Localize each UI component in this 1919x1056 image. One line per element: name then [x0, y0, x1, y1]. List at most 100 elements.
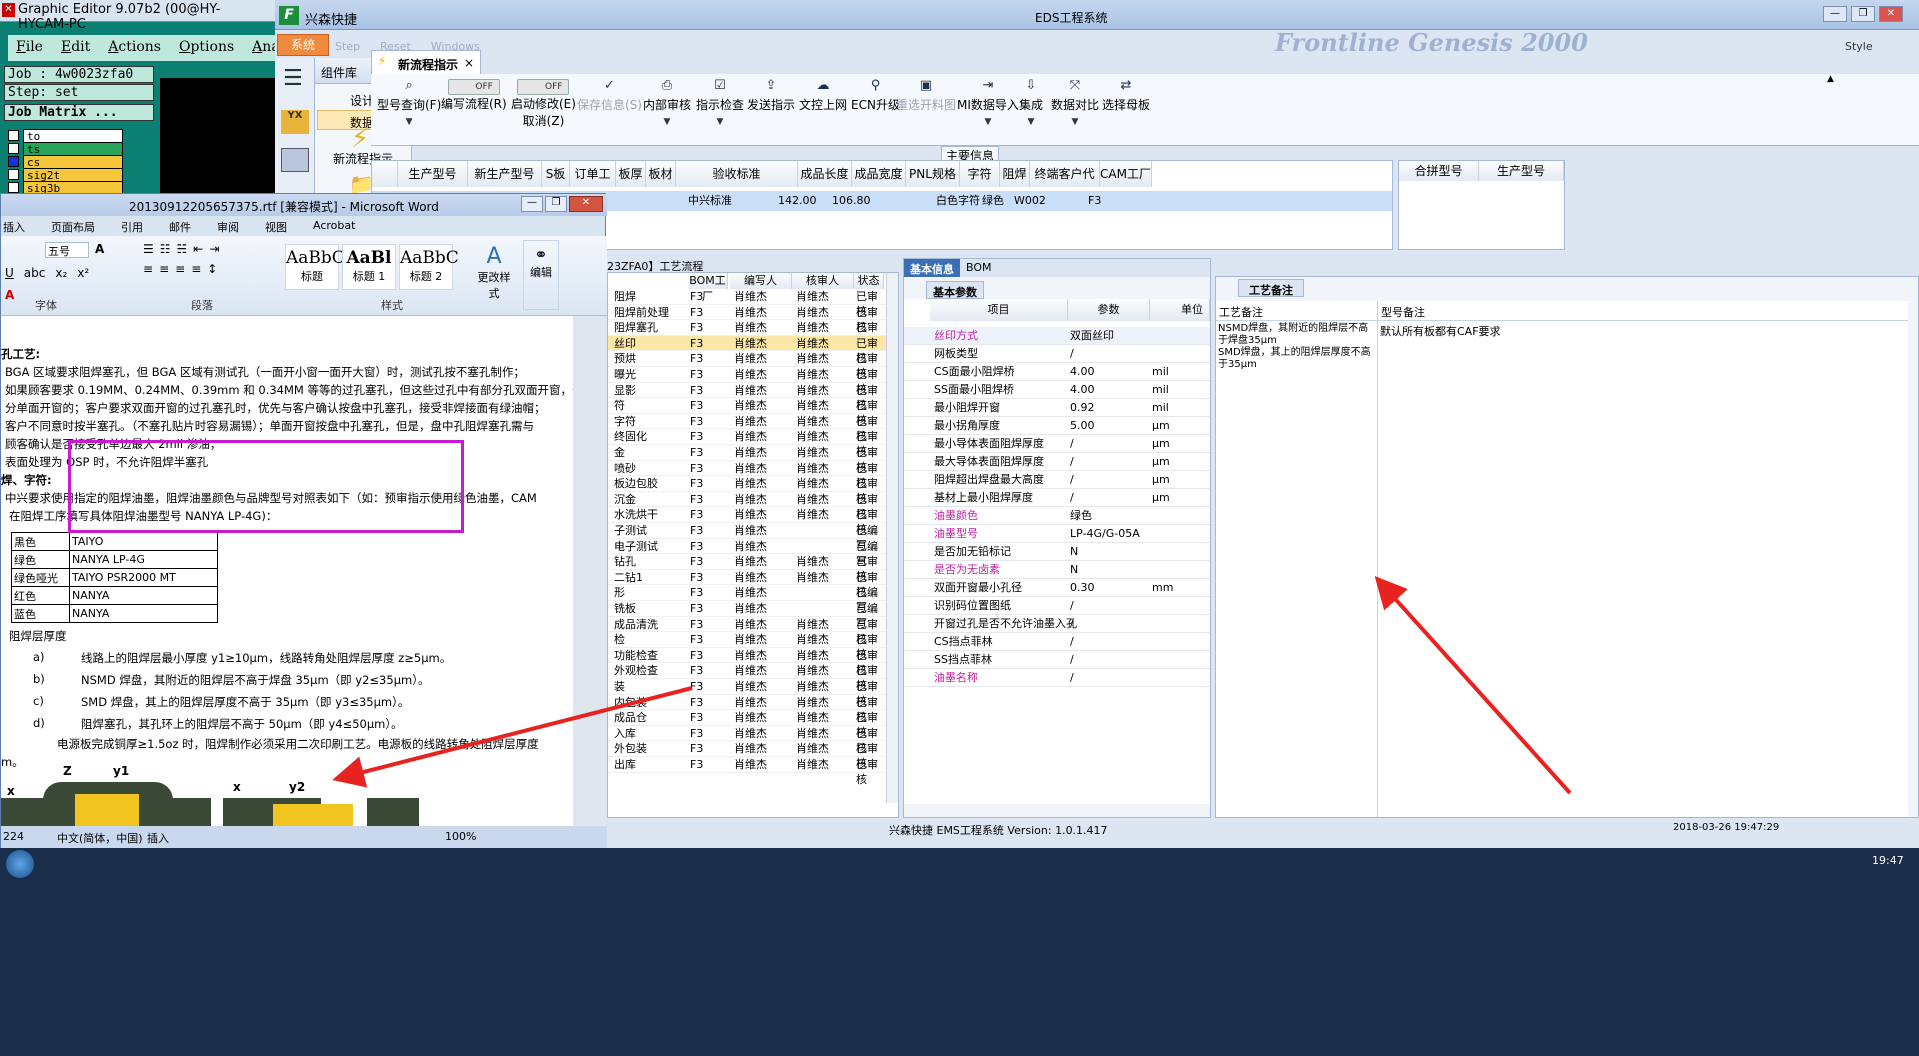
tab-acrobat[interactable]: Acrobat: [313, 219, 355, 236]
checkbox-icon[interactable]: [8, 130, 19, 141]
write-flow-toggle[interactable]: OFF 编写流程(R): [441, 78, 507, 112]
line-spacing-icon[interactable]: ↕: [207, 262, 217, 276]
process-row[interactable]: 外包装 F3 肖维杰 肖维杰 已审核: [608, 741, 886, 770]
query-button[interactable]: ⌕ 型号查询(F) ▼: [377, 78, 441, 127]
ecn-button[interactable]: ⚲ ECN升级: [851, 78, 900, 113]
process-row[interactable]: 铣板 F3 肖维杰 已编写: [608, 601, 886, 630]
process-row[interactable]: 内包装 F3 肖维杰 肖维杰 已审核: [608, 695, 886, 724]
process-row[interactable]: 显影 F3 肖维杰 肖维杰 已审核: [608, 383, 886, 412]
process-row[interactable]: 预烘 F3 肖维杰 肖维杰 已审核: [608, 351, 886, 380]
tab-new-flow[interactable]: ⚡ 新流程指示 ×: [371, 50, 481, 74]
process-row[interactable]: 形 F3 肖维杰 已编写: [608, 585, 886, 614]
start-icon[interactable]: [6, 850, 34, 878]
restore-button[interactable]: ❐: [545, 196, 567, 212]
style-label[interactable]: Style: [1845, 40, 1873, 53]
param-row[interactable]: 是否加无铅标记 N: [904, 543, 1210, 561]
column-header[interactable]: 阻焊: [1000, 161, 1030, 187]
param-row[interactable]: 最小导体表面阻焊厚度 / μm: [904, 435, 1210, 453]
param-row[interactable]: 网板类型 /: [904, 345, 1210, 363]
change-style-button[interactable]: A 更改样式: [473, 244, 515, 301]
close-icon[interactable]: ✕: [2, 3, 15, 17]
process-row[interactable]: 曝光 F3 肖维杰 肖维杰 已审核: [608, 367, 886, 396]
param-row[interactable]: 油墨颜色 绿色: [904, 507, 1210, 525]
menu-options[interactable]: Options: [179, 39, 234, 57]
tab-mailings[interactable]: 邮件: [169, 219, 191, 236]
param-row[interactable]: 是否为无卤素 N: [904, 561, 1210, 579]
chevron-up-icon[interactable]: ▲: [1827, 74, 1834, 84]
bullets-icon[interactable]: ☰: [143, 242, 154, 256]
process-row[interactable]: 出库 F3 肖维杰 肖维杰 已审核: [608, 757, 886, 786]
zoom-level[interactable]: 100%: [445, 830, 476, 843]
column-header[interactable]: 验收标准: [676, 161, 798, 187]
multilevel-icon[interactable]: ☵: [177, 242, 188, 256]
process-row[interactable]: 沉金 F3 肖维杰 肖维杰 已审核: [608, 492, 886, 521]
process-row[interactable]: 阻焊前处理 F3 肖维杰 肖维杰 已审核: [608, 305, 886, 334]
column-header[interactable]: 板材: [646, 161, 676, 187]
process-row[interactable]: 字符 F3 肖维杰 肖维杰 已审核: [608, 414, 886, 443]
close-icon[interactable]: ×: [464, 56, 474, 70]
align-center-icon[interactable]: ≡: [159, 262, 169, 276]
column-header[interactable]: 字符: [960, 161, 1000, 187]
column-header[interactable]: 生产型号: [398, 161, 468, 187]
tab-view[interactable]: 视图: [265, 219, 287, 236]
checkbox-icon[interactable]: [8, 156, 19, 167]
param-row[interactable]: 油墨名称 /: [904, 669, 1210, 687]
document-scrollbar[interactable]: [573, 316, 607, 826]
process-row[interactable]: 阻焊 F3 肖维杰 肖维杰 已审核: [608, 289, 886, 318]
file-upload-button[interactable]: ☁ 文控上网: [799, 78, 847, 113]
menu-file[interactable]: File: [16, 39, 43, 57]
underline-icon[interactable]: U: [5, 266, 14, 280]
tab-references[interactable]: 引用: [121, 219, 143, 236]
tab-bom[interactable]: BOM: [960, 259, 998, 277]
mi-import-button[interactable]: ⇥ MI数据导入 ▼: [957, 78, 1019, 127]
tab-notes[interactable]: 工艺备注: [1238, 279, 1304, 297]
instr-check-button[interactable]: ☑ 指示检查 ▼: [696, 78, 744, 127]
internal-audit-button[interactable]: ⎙ 内部审核 ▼: [643, 78, 691, 127]
justify-icon[interactable]: ≡: [191, 262, 201, 276]
process-row[interactable]: 成品仓 F3 肖维杰 肖维杰 已审核: [608, 710, 886, 739]
column-header[interactable]: CAM工厂: [1100, 161, 1152, 187]
menu-edit[interactable]: Edit: [61, 39, 90, 57]
select-mother-button[interactable]: ⇄ 选择母板: [1102, 78, 1150, 113]
process-row[interactable]: 子测试 F3 肖维杰 已编写: [608, 523, 886, 552]
yx-icon[interactable]: YX: [281, 110, 309, 134]
process-row[interactable]: 检 F3 肖维杰 肖维杰 已审核: [608, 632, 886, 661]
process-row[interactable]: 阻焊塞孔F3肖维杰肖维杰已审核: [608, 320, 886, 349]
minimize-button[interactable]: —: [521, 196, 543, 212]
restore-button[interactable]: ❐: [1851, 6, 1875, 22]
column-header[interactable]: 订单工厂: [570, 161, 616, 207]
scrollbar[interactable]: [886, 273, 898, 803]
process-row[interactable]: 丝印 F3 肖维杰 肖维杰 已审核: [608, 335, 886, 365]
process-row[interactable]: 外观检查 F3 肖维杰 肖维杰 已审核: [608, 663, 886, 692]
document-body[interactable]: 孔工艺: BGA 区域要求阻焊塞孔，但 BGA 区域有测试孔（一面开小窗一面开大…: [1, 316, 573, 826]
param-row[interactable]: 基材上最小阻焊厚度 / μm: [904, 489, 1210, 507]
param-row[interactable]: 最小拐角厚度 5.00 μm: [904, 417, 1210, 435]
process-row[interactable]: 钻孔 F3 肖维杰 肖维杰 已审核: [608, 554, 886, 583]
param-row[interactable]: 最大导体表面阻焊厚度 / μm: [904, 453, 1210, 471]
menu-actions[interactable]: Actions: [108, 39, 161, 57]
column-header[interactable]: 板厚: [616, 161, 646, 187]
send-instr-button[interactable]: ⇪ 发送指示: [747, 78, 795, 113]
tab-review[interactable]: 审阅: [217, 219, 239, 236]
param-row[interactable]: 丝印方式 双面丝印: [904, 327, 1210, 345]
indent-icon[interactable]: ⇤: [193, 242, 203, 256]
process-row[interactable]: 电子测试 F3 肖维杰 已编写: [608, 539, 886, 568]
param-row[interactable]: 阻焊超出焊盘最大高度 / μm: [904, 471, 1210, 489]
column-header[interactable]: 成品长度: [798, 161, 852, 187]
align-right-icon[interactable]: ≡: [175, 262, 185, 276]
tab-basic-params[interactable]: 基本参数: [926, 281, 984, 299]
process-row[interactable]: 水洗烘干 F3 肖维杰 肖维杰 已审核: [608, 507, 886, 536]
process-row[interactable]: 金 F3 肖维杰 肖维杰 已审核: [608, 445, 886, 474]
reselect-button[interactable]: ▣ 重选开料图: [896, 78, 956, 113]
superscript-icon[interactable]: x²: [77, 266, 89, 280]
start-modify-toggle[interactable]: OFF 启动修改(E) 取消(Z): [511, 78, 576, 129]
checkbox-icon[interactable]: [8, 182, 19, 193]
param-row[interactable]: 开窗过孔是否不允许油墨入孔 /: [904, 615, 1210, 633]
font-size-select[interactable]: 五号: [45, 242, 89, 258]
edit-button[interactable]: ⚭ 编辑: [523, 240, 559, 310]
style-heading2[interactable]: AaBbC 标题 2: [399, 244, 459, 290]
minimize-button[interactable]: —: [1823, 6, 1847, 22]
column-header[interactable]: 成品宽度: [852, 161, 906, 187]
align-left-icon[interactable]: ≡: [143, 262, 153, 276]
process-row[interactable]: 喷砂 F3 肖维杰 肖维杰 已审核: [608, 461, 886, 490]
